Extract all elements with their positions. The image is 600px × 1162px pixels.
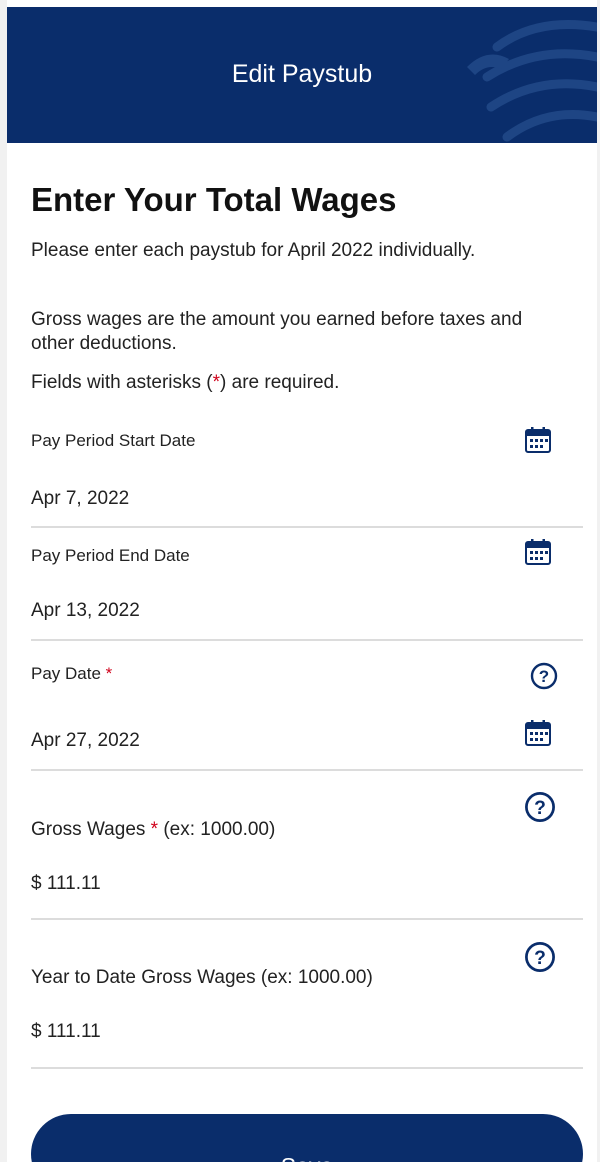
divider: [31, 918, 583, 920]
save-button[interactable]: Save: [31, 1114, 583, 1162]
required-asterisk: *: [105, 664, 113, 683]
help-icon[interactable]: ?: [529, 661, 559, 691]
start-date-input[interactable]: [31, 487, 491, 511]
calendar-icon[interactable]: [523, 537, 553, 567]
app-header: Edit Paystub: [7, 7, 597, 143]
svg-text:?: ?: [539, 667, 549, 686]
end-date-label: Pay Period End Date: [31, 546, 190, 565]
calendar-icon[interactable]: [523, 718, 553, 748]
instruction-text: Gross wages are the amount you earned be…: [31, 309, 523, 354]
divider: [31, 526, 583, 528]
required-note-text: Fields with asterisks (: [31, 372, 213, 393]
calendar-icon[interactable]: [523, 425, 553, 455]
help-icon[interactable]: ?: [523, 940, 557, 974]
required-note: Fields with asterisks (*) are required.: [31, 371, 551, 395]
pay-date-label: Pay Date *: [31, 663, 112, 685]
help-icon[interactable]: ?: [523, 790, 557, 824]
required-asterisk: *: [150, 819, 159, 840]
start-date-label: Pay Period Start Date: [31, 431, 196, 450]
gross-wages-hint: (ex: 1000.00): [163, 819, 276, 840]
divider: [31, 1067, 583, 1069]
gross-wages-label-text: Gross Wages: [31, 819, 146, 840]
divider: [31, 769, 583, 771]
pay-date-input[interactable]: [31, 729, 491, 753]
required-note-text: ) are required.: [220, 372, 340, 393]
pay-date-label-text: Pay Date: [31, 664, 101, 683]
gross-wages-label: Gross Wages * (ex: 1000.00): [31, 818, 275, 842]
required-asterisk: *: [212, 372, 221, 393]
ytd-gross-wages-label: Year to Date Gross Wages (ex: 1000.00): [31, 967, 373, 988]
gross-wages-input[interactable]: [31, 872, 491, 896]
header-title: Edit Paystub: [231, 60, 373, 88]
svg-text:?: ?: [534, 798, 546, 819]
divider: [31, 639, 583, 641]
paystub-panel: Edit Paystub Enter Your Total Wages Plea…: [7, 0, 597, 1162]
end-date-input[interactable]: [31, 599, 491, 623]
instruction-text: Please enter each paystub for April 2022…: [31, 240, 476, 261]
svg-text:?: ?: [534, 948, 546, 969]
page-title: Enter Your Total Wages: [31, 181, 397, 218]
ytd-gross-wages-input[interactable]: [31, 1020, 491, 1044]
